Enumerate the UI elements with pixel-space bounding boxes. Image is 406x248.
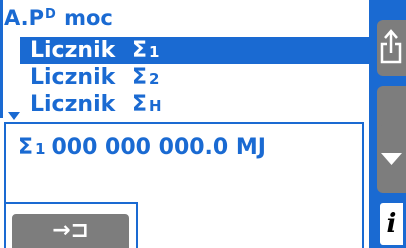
title-superscript: D bbox=[45, 7, 56, 22]
share-button[interactable] bbox=[377, 20, 406, 76]
menu-item-label: Licznik bbox=[30, 92, 116, 117]
counter-value: Σ 1 000 000 000.0 MJ bbox=[18, 134, 266, 162]
counter-index: 1 bbox=[149, 43, 160, 61]
share-icon bbox=[380, 29, 402, 64]
info-icon: i bbox=[386, 209, 397, 239]
enter-icon: →⊐ bbox=[52, 218, 89, 243]
sigma-symbol: Σ bbox=[132, 38, 148, 63]
scroll-down-button[interactable] bbox=[377, 125, 406, 193]
sigma-symbol: Σ bbox=[132, 65, 148, 90]
enter-button[interactable]: →⊐ bbox=[12, 214, 129, 248]
title-prefix: A.P bbox=[4, 6, 45, 30]
menu-item-counter-h[interactable]: Licznik Σ H bbox=[20, 91, 369, 118]
value-sigma: Σ bbox=[18, 135, 34, 160]
scroll-down-indicator-icon bbox=[8, 112, 20, 120]
menu-item-counter-1[interactable]: Licznik Σ 1 bbox=[20, 37, 369, 64]
counter-index: 2 bbox=[149, 70, 160, 88]
info-button[interactable]: i bbox=[377, 200, 406, 248]
counter-menu: Licznik Σ 1 Licznik Σ 2 Licznik Σ H bbox=[20, 37, 369, 118]
page-title: A.PD moc bbox=[4, 3, 113, 30]
menu-item-label: Licznik bbox=[30, 65, 116, 90]
counter-index: H bbox=[149, 97, 162, 115]
meter-screen: A.PD moc Licznik Σ 1 Licznik Σ 2 Licznik Σ H Σ… bbox=[0, 0, 406, 248]
arrow-down-icon bbox=[381, 153, 402, 165]
menu-item-counter-2[interactable]: Licznik Σ 2 bbox=[20, 64, 369, 91]
menu-item-label: Licznik bbox=[30, 38, 116, 63]
sigma-symbol: Σ bbox=[132, 92, 148, 117]
value-reading: 000 000 000.0 MJ bbox=[51, 135, 266, 160]
panel-border bbox=[0, 0, 3, 118]
title-suffix: moc bbox=[64, 6, 113, 30]
value-index: 1 bbox=[35, 140, 46, 158]
